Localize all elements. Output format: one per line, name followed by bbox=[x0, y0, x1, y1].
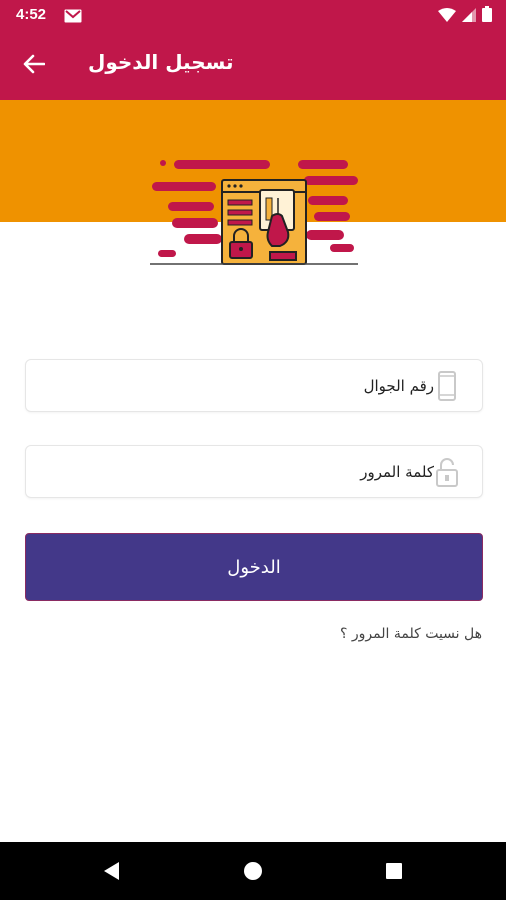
back-triangle-icon[interactable] bbox=[101, 860, 123, 882]
status-icons bbox=[438, 6, 492, 26]
password-field[interactable] bbox=[25, 445, 483, 498]
system-nav-bar bbox=[0, 842, 506, 900]
battery-icon bbox=[482, 6, 492, 26]
app-bar: تسجيل الدخول bbox=[0, 32, 506, 100]
status-bar: 4:52 bbox=[0, 0, 506, 32]
gmail-icon bbox=[64, 8, 82, 23]
login-button[interactable]: الدخول bbox=[25, 533, 483, 601]
signal-icon bbox=[462, 7, 476, 26]
forgot-password-link[interactable]: هل نسيت كلمة المرور ؟ bbox=[340, 626, 482, 642]
home-circle-icon[interactable] bbox=[242, 860, 264, 882]
login-screen: 4:52 تسجيل الدخول رقم الجوال الدخول هل ن… bbox=[0, 0, 506, 900]
phone-field[interactable] bbox=[25, 359, 483, 412]
back-button[interactable] bbox=[14, 46, 54, 86]
status-time: 4:52 bbox=[16, 6, 47, 23]
password-input[interactable] bbox=[38, 446, 438, 497]
padlock-icon bbox=[434, 457, 460, 487]
secure-login-illustration bbox=[148, 156, 360, 268]
recents-square-icon[interactable] bbox=[383, 860, 405, 882]
mobile-phone-icon bbox=[434, 371, 460, 401]
page-title: تسجيل الدخول bbox=[88, 50, 234, 74]
arrow-back-icon bbox=[23, 54, 46, 78]
wifi-icon bbox=[438, 7, 456, 26]
phone-input[interactable] bbox=[38, 360, 438, 411]
